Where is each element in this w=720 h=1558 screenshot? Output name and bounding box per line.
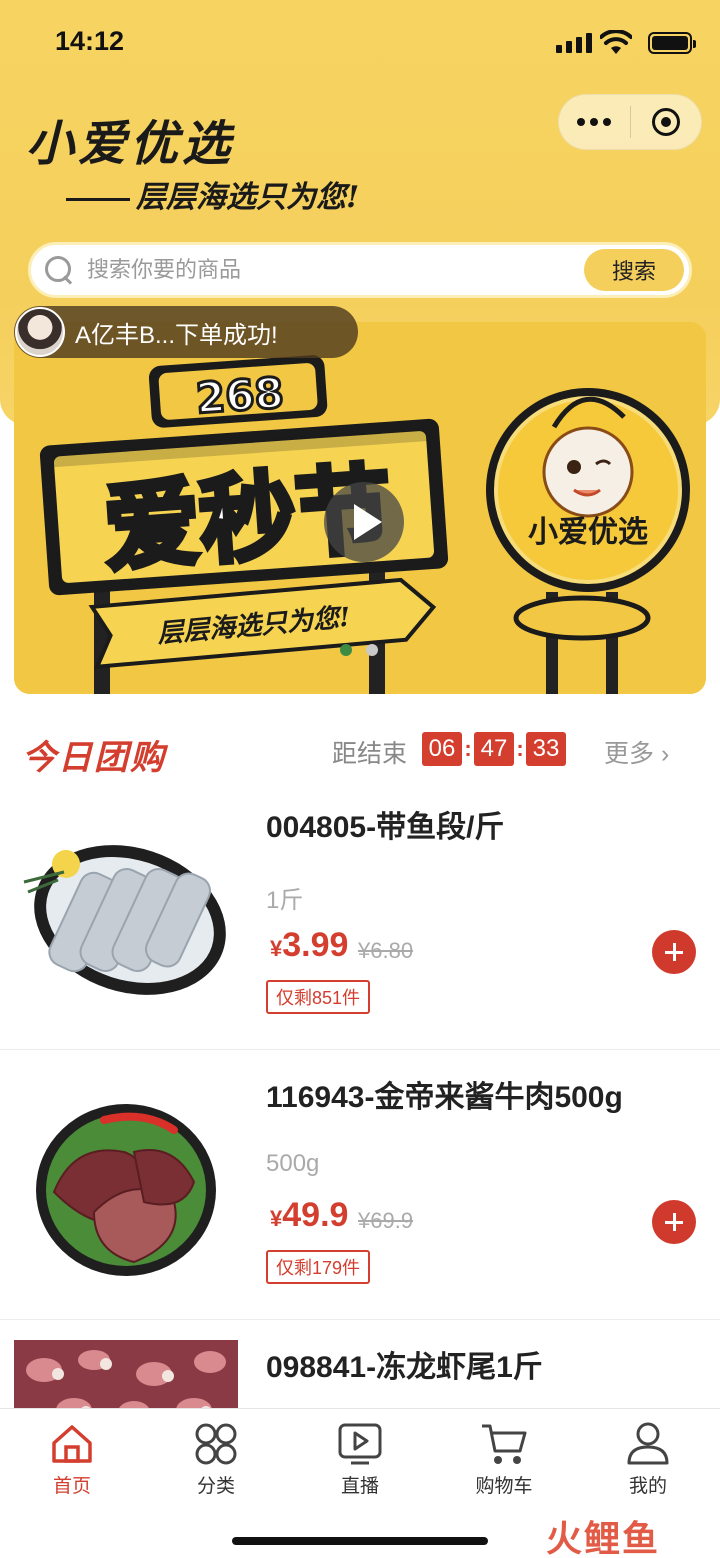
- product-spec: 1斤: [266, 887, 304, 914]
- product-image: [36, 1104, 216, 1276]
- product-price: ¥49.9: [270, 1196, 348, 1235]
- currency-symbol: ¥: [270, 1206, 283, 1231]
- product-spec: 500g: [266, 1150, 320, 1177]
- product-name: 004805-带鱼段/斤: [266, 811, 505, 844]
- status-time: 14:12: [55, 26, 125, 56]
- play-video-button[interactable]: [324, 482, 404, 562]
- brand-slogan: 层层海选只为您!: [66, 172, 359, 216]
- wifi-icon: [600, 30, 632, 54]
- carousel-dot-2[interactable]: [366, 644, 378, 656]
- home-icon: [52, 1425, 92, 1463]
- signal-icon: [556, 33, 592, 53]
- search-input[interactable]: [87, 257, 584, 283]
- product-image: [23, 845, 226, 995]
- tab-category[interactable]: 分类: [166, 1417, 266, 1498]
- tab-home[interactable]: 首页: [22, 1417, 122, 1498]
- target-icon: [651, 108, 680, 136]
- group-buy-title: 今日团购: [22, 739, 166, 777]
- countdown-minutes: 47: [474, 732, 514, 766]
- countdown-hours: 06: [422, 732, 462, 766]
- product-name: 098841-冻龙虾尾1斤: [266, 1351, 543, 1384]
- tab-profile-label: 我的: [628, 1476, 667, 1497]
- search-icon: [43, 254, 75, 286]
- tab-cart[interactable]: 购物车: [454, 1417, 554, 1498]
- category-icon: [195, 1423, 237, 1465]
- price-value: 49.9: [282, 1196, 349, 1234]
- countdown-label: 距结束: [332, 740, 408, 768]
- more-deals-link[interactable]: 更多 ›: [604, 734, 669, 770]
- search-button[interactable]: 搜索: [584, 249, 684, 291]
- carousel-indicator: [340, 644, 378, 656]
- order-notification: A亿丰B...下单成功!: [14, 306, 358, 358]
- tab-cart-label: 购物车: [475, 1476, 533, 1497]
- profile-icon: [627, 1422, 669, 1465]
- order-notification-text: A亿丰B...下单成功!: [75, 321, 278, 349]
- tab-live[interactable]: 直播: [310, 1417, 410, 1498]
- carousel-dot-1[interactable]: [340, 644, 352, 656]
- stock-badge: 仅剩851件: [266, 980, 371, 1014]
- banner-badge: 268: [194, 368, 285, 423]
- tab-live-label: 直播: [340, 1476, 379, 1497]
- status-bar: 14:12: [0, 0, 720, 86]
- battery-icon: [648, 32, 696, 54]
- cart-icon: [482, 1424, 527, 1464]
- product-name: 116943-金帝来酱牛肉500g: [266, 1081, 623, 1114]
- product-price: ¥3.99: [270, 926, 348, 965]
- brand-slogan-text: 层层海选只为您!: [136, 180, 360, 215]
- brand-logo-text: 小爱优选: [26, 116, 235, 172]
- group-buy-header: 今日团购 距结束 06 : 47 : 33 更多 ›: [0, 720, 720, 780]
- mini-program-capsule: [558, 94, 702, 150]
- price-value: 3.99: [282, 926, 349, 964]
- original-price: ¥6.80: [358, 938, 414, 963]
- stock-badge: 仅剩179件: [266, 1250, 371, 1284]
- live-icon: [338, 1423, 382, 1465]
- add-to-cart-button[interactable]: [652, 930, 696, 974]
- watermark-logo: 火鲤鱼: [546, 1518, 661, 1558]
- tab-home-label: 首页: [52, 1476, 91, 1497]
- close-mini-program-button[interactable]: [631, 94, 702, 150]
- tab-profile[interactable]: 我的: [598, 1417, 698, 1498]
- promo-banner[interactable]: 268 爱秒节 层层海选只为您! 小爱优选: [14, 322, 706, 694]
- product-card[interactable]: 004805-带鱼段/斤 1斤 ¥3.99 ¥6.80 仅剩851件: [0, 780, 720, 1050]
- countdown-timer: 06 : 47 : 33: [422, 732, 566, 766]
- avatar: [15, 307, 65, 357]
- original-price: ¥69.9: [358, 1208, 414, 1233]
- more-menu-button[interactable]: [559, 94, 630, 150]
- currency-symbol: ¥: [270, 936, 283, 961]
- mascot-label: 小爱优选: [528, 515, 648, 550]
- search-bar: 搜索: [28, 242, 692, 298]
- countdown-seconds: 33: [526, 732, 566, 766]
- home-indicator: [232, 1537, 488, 1545]
- product-card[interactable]: 116943-金帝来酱牛肉500g 500g ¥49.9 ¥69.9 仅剩179…: [0, 1050, 720, 1320]
- add-to-cart-button[interactable]: [652, 1200, 696, 1244]
- tab-category-label: 分类: [196, 1476, 235, 1497]
